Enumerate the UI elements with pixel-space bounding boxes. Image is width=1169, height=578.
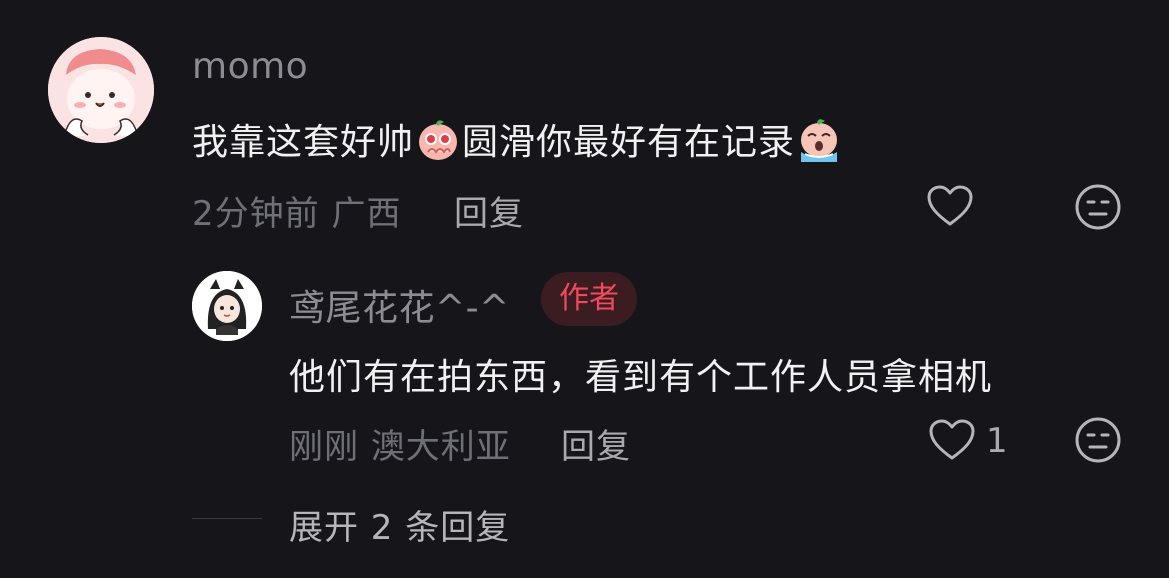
comment-text: 我靠这套好帅 圆滑你最好有在记录 — [192, 113, 843, 166]
comment-text-part2: 圆滑你最好有在记录 — [462, 122, 796, 163]
reply-like-button[interactable] — [928, 418, 976, 462]
reply-dislike-button[interactable] — [1074, 416, 1122, 464]
reply-username[interactable]: 鸢尾花花^-^ — [289, 279, 510, 331]
reply-reply-button[interactable]: 回复 — [561, 419, 631, 468]
reply-time: 刚刚 — [289, 427, 359, 467]
author-badge: 作者 — [541, 272, 637, 326]
reply-location: 澳大利亚 — [370, 427, 511, 467]
comment-reply-button[interactable]: 回复 — [454, 186, 524, 235]
reply-avatar[interactable] — [192, 271, 262, 341]
reply-meta: 刚刚 澳大利亚 — [289, 419, 511, 468]
pleading-face-emoji — [419, 120, 458, 160]
reply-text: 他们有在拍东西，看到有个工作人员拿相机 — [289, 357, 993, 398]
comment-text-part1: 我靠这套好帅 — [192, 122, 415, 163]
comment-meta: 2分钟前 广西 — [192, 186, 401, 235]
expand-replies-button[interactable]: 展开 2 条回复 — [289, 500, 510, 549]
reply-like-count: 1 — [986, 421, 1008, 461]
comment-location: 广西 — [331, 194, 402, 234]
comment-dislike-button[interactable] — [1074, 183, 1122, 231]
avatar[interactable] — [48, 37, 154, 143]
neutral-face-icon — [1075, 184, 1121, 230]
heart-outline-icon — [929, 419, 975, 460]
expand-divider — [192, 518, 262, 519]
heart-outline-icon — [927, 185, 973, 226]
crying-face-emoji — [801, 119, 838, 162]
comment-username[interactable]: momo — [192, 46, 308, 87]
comment-time: 2分钟前 — [192, 194, 320, 234]
reply-avatar-image — [192, 271, 262, 341]
neutral-face-icon — [1075, 417, 1121, 463]
avatar-image — [48, 37, 154, 143]
comment-like-button[interactable] — [926, 184, 974, 228]
